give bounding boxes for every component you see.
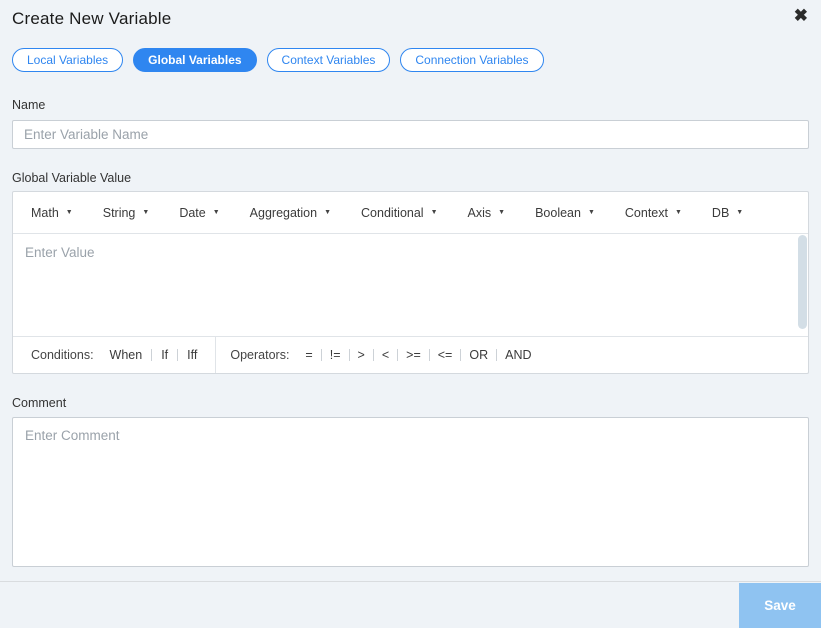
name-label: Name: [12, 98, 809, 112]
chevron-down-icon: ▼: [142, 209, 149, 216]
operator-greater-than[interactable]: >: [358, 348, 365, 362]
divider: [321, 349, 322, 361]
conditions-operators-bar: Conditions: When If Iff Operators: = != …: [13, 336, 808, 373]
condition-when[interactable]: When: [110, 348, 143, 362]
divider: [373, 349, 374, 361]
operator-not-equals[interactable]: !=: [330, 348, 341, 362]
operators-label: Operators:: [230, 348, 289, 362]
tab-global-variables[interactable]: Global Variables: [133, 48, 256, 72]
variable-name-input[interactable]: [12, 120, 809, 149]
chevron-down-icon: ▼: [431, 209, 438, 216]
chevron-down-icon: ▼: [675, 209, 682, 216]
page-title: Create New Variable: [12, 9, 809, 29]
comment-input[interactable]: [12, 417, 809, 567]
toolbar-dropdown-db[interactable]: DB ▼: [712, 206, 743, 220]
global-variable-value-label: Global Variable Value: [12, 171, 809, 185]
editor-scrollbar[interactable]: [798, 235, 807, 329]
close-icon[interactable]: ✖: [794, 7, 808, 24]
condition-iff[interactable]: Iff: [187, 348, 197, 362]
toolbar-dropdown-math[interactable]: Math ▼: [31, 206, 73, 220]
divider: [151, 349, 152, 361]
toolbar-dropdown-date[interactable]: Date ▼: [179, 206, 219, 220]
tab-connection-variables[interactable]: Connection Variables: [400, 48, 543, 72]
dialog-footer: Save: [0, 581, 821, 627]
chevron-down-icon: ▼: [66, 209, 73, 216]
divider: [460, 349, 461, 361]
chevron-down-icon: ▼: [588, 209, 595, 216]
toolbar-dropdown-string[interactable]: String ▼: [103, 206, 150, 220]
chevron-down-icon: ▼: [498, 209, 505, 216]
dialog-header: Create New Variable ✖: [0, 0, 821, 29]
divider: [349, 349, 350, 361]
operator-less-than[interactable]: <: [382, 348, 389, 362]
operator-equals[interactable]: =: [305, 348, 312, 362]
chevron-down-icon: ▼: [736, 209, 743, 216]
conditions-group: Conditions: When If Iff: [13, 337, 215, 373]
divider: [177, 349, 178, 361]
toolbar-dropdown-boolean[interactable]: Boolean ▼: [535, 206, 595, 220]
toolbar-dropdown-aggregation[interactable]: Aggregation ▼: [250, 206, 331, 220]
formula-toolbar: Math ▼ String ▼ Date ▼ Aggregation ▼ Con…: [13, 192, 808, 234]
variable-value-input[interactable]: Enter Value: [13, 234, 808, 336]
operators-group: Operators: = != > < >= <= OR AND: [215, 337, 549, 373]
tab-context-variables[interactable]: Context Variables: [267, 48, 391, 72]
value-placeholder: Enter Value: [25, 245, 95, 260]
comment-label: Comment: [12, 396, 809, 410]
operator-less-equal[interactable]: <=: [438, 348, 453, 362]
chevron-down-icon: ▼: [324, 209, 331, 216]
divider: [397, 349, 398, 361]
toolbar-dropdown-context[interactable]: Context ▼: [625, 206, 682, 220]
variable-value-editor: Math ▼ String ▼ Date ▼ Aggregation ▼ Con…: [12, 191, 809, 374]
tab-local-variables[interactable]: Local Variables: [12, 48, 123, 72]
chevron-down-icon: ▼: [213, 209, 220, 216]
save-button[interactable]: Save: [739, 583, 821, 628]
variable-type-tabs: Local Variables Global Variables Context…: [0, 48, 821, 72]
toolbar-dropdown-conditional[interactable]: Conditional ▼: [361, 206, 437, 220]
operator-greater-equal[interactable]: >=: [406, 348, 421, 362]
operator-or[interactable]: OR: [469, 348, 488, 362]
conditions-label: Conditions:: [31, 348, 94, 362]
toolbar-dropdown-axis[interactable]: Axis ▼: [468, 206, 506, 220]
condition-if[interactable]: If: [161, 348, 168, 362]
operator-and[interactable]: AND: [505, 348, 531, 362]
divider: [496, 349, 497, 361]
divider: [429, 349, 430, 361]
